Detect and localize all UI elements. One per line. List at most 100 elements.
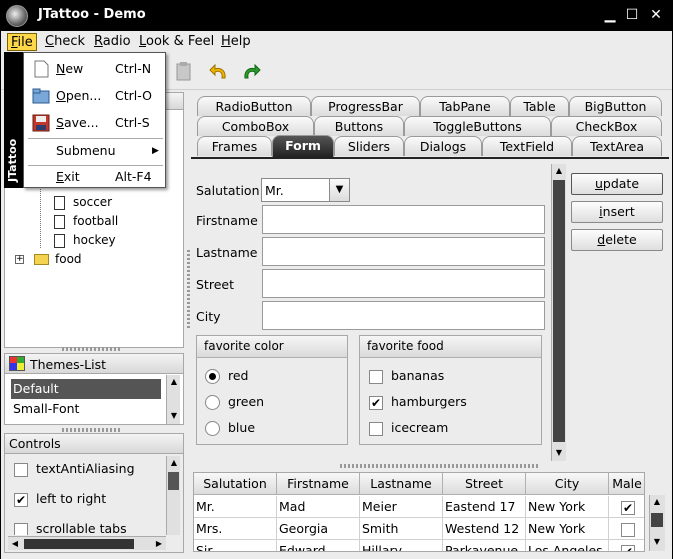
scroll-up-icon[interactable]: ▲ xyxy=(167,456,181,470)
table-cell[interactable]: Los Angeles xyxy=(526,540,609,551)
lastname-field[interactable] xyxy=(262,237,545,266)
delete-button[interactable]: delete xyxy=(571,229,663,251)
radio-red[interactable]: red xyxy=(205,368,249,384)
table-cell[interactable]: Smith xyxy=(360,518,443,540)
tab-table[interactable]: Table xyxy=(510,96,569,116)
radio-green[interactable]: green xyxy=(205,394,264,410)
menu-item-new[interactable]: New Ctrl-N xyxy=(24,56,167,82)
table-cell[interactable]: Edward xyxy=(277,540,360,551)
chevron-down-icon[interactable]: ▼ xyxy=(329,179,349,201)
column-header[interactable]: Lastname xyxy=(360,473,443,495)
tab-toggle-buttons[interactable]: ToggleButtons xyxy=(404,116,551,136)
checkmark-icon[interactable]: ✔ xyxy=(14,492,28,507)
table-cell[interactable]: Parkavenue xyxy=(443,540,526,551)
male-checkbox[interactable]: ✔ xyxy=(609,540,644,551)
insert-button[interactable]: insert xyxy=(571,201,663,223)
table-cell[interactable]: Meier xyxy=(360,496,443,518)
city-field[interactable] xyxy=(262,301,545,330)
tab-radio-button[interactable]: RadioButton xyxy=(197,96,311,116)
tab-frames[interactable]: Frames xyxy=(197,136,272,156)
scroll-thumb[interactable] xyxy=(168,472,179,490)
column-header[interactable]: Male xyxy=(609,473,644,495)
table-cell[interactable]: New York xyxy=(526,518,609,540)
checkmark-icon[interactable]: ✔ xyxy=(369,395,383,410)
tab-text-area[interactable]: TextArea xyxy=(572,136,662,156)
checkmark-icon[interactable]: ✔ xyxy=(621,544,635,551)
controls-vscrollbar[interactable]: ▲ xyxy=(166,456,180,535)
table-cell[interactable]: Mad xyxy=(277,496,360,518)
scroll-thumb[interactable] xyxy=(553,180,565,442)
menu-item-submenu[interactable]: Submenu ▶ xyxy=(24,138,167,164)
male-checkbox[interactable]: ✔ xyxy=(609,496,644,518)
checkbox-scrollable-tabs[interactable]: scrollable tabs xyxy=(14,521,127,535)
table-cell[interactable]: Sir xyxy=(194,540,277,551)
menu-radio[interactable]: Radio xyxy=(91,33,134,51)
table-cell[interactable]: Eastend 17 xyxy=(443,496,526,518)
tab-form[interactable]: Form xyxy=(272,135,334,157)
column-header[interactable]: Firstname xyxy=(277,473,360,495)
tab-buttons[interactable]: Buttons xyxy=(314,116,404,136)
scroll-thumb[interactable] xyxy=(24,539,134,549)
radio-blue[interactable]: blue xyxy=(205,420,255,436)
male-checkbox[interactable] xyxy=(609,518,644,540)
vertical-splitter[interactable] xyxy=(187,250,190,330)
scroll-down-icon[interactable]: ▼ xyxy=(167,409,181,423)
column-header[interactable]: Salutation xyxy=(194,473,277,495)
street-field[interactable] xyxy=(262,269,545,298)
minimize-icon[interactable]: ▁ xyxy=(603,8,617,22)
tab-big-button[interactable]: BigButton xyxy=(569,96,662,116)
table-cell[interactable]: Georgia xyxy=(277,518,360,540)
checkbox-hamburgers[interactable]: ✔ hamburgers xyxy=(369,394,467,410)
scroll-up-icon[interactable]: ▲ xyxy=(650,495,664,509)
update-button[interactable]: update xyxy=(571,173,663,195)
tree-item-soccer[interactable]: soccer xyxy=(54,193,112,212)
table-scrollbar[interactable]: ▲ ▼ xyxy=(649,495,665,551)
menu-file[interactable]: File xyxy=(7,33,37,51)
column-header[interactable]: Street xyxy=(443,473,526,495)
tab-tab-pane[interactable]: TabPane xyxy=(420,96,510,116)
menu-help[interactable]: Help xyxy=(218,33,254,51)
table-cell[interactable]: Mr. xyxy=(194,496,277,518)
scroll-up-icon[interactable]: ▲ xyxy=(552,164,566,178)
horizontal-splitter[interactable] xyxy=(340,464,540,468)
tab-dialogs[interactable]: Dialogs xyxy=(404,136,482,156)
checkbox-left-to-right[interactable]: ✔ left to right xyxy=(14,491,106,507)
expand-icon[interactable]: + xyxy=(15,255,24,264)
table-cell[interactable]: Mrs. xyxy=(194,518,277,540)
data-table[interactable]: Salutation Firstname Lastname Street Cit… xyxy=(193,472,645,552)
tree-item-food[interactable]: food xyxy=(34,250,82,269)
menu-item-exit[interactable]: Exit Alt-F4 xyxy=(24,164,167,190)
column-header[interactable]: City xyxy=(526,473,609,495)
splitter-handle-2[interactable] xyxy=(62,428,122,432)
controls-hscrollbar[interactable]: ◀ ▶ xyxy=(8,536,166,550)
theme-item-small-font[interactable]: Small-Font xyxy=(11,399,161,419)
scroll-right-icon[interactable]: ▶ xyxy=(152,537,166,551)
splitter-handle[interactable] xyxy=(62,347,122,351)
themes-scrollbar[interactable]: ▲ ▼ xyxy=(166,375,180,424)
tab-text-field[interactable]: TextField xyxy=(482,136,572,156)
redo-icon[interactable] xyxy=(240,60,262,82)
tree-item-hockey[interactable]: hockey xyxy=(54,231,116,250)
table-cell[interactable]: Hillary xyxy=(360,540,443,551)
checkmark-icon[interactable]: ✔ xyxy=(621,500,635,515)
scroll-up-icon[interactable]: ▲ xyxy=(167,375,181,389)
table-cell[interactable]: New York xyxy=(526,496,609,518)
scroll-down-icon[interactable]: ▼ xyxy=(552,446,566,460)
form-scrollbar[interactable]: ▲ ▼ xyxy=(551,164,566,461)
theme-item-default[interactable]: Default xyxy=(11,379,161,399)
tab-check-box[interactable]: CheckBox xyxy=(551,116,662,136)
tab-combo-box[interactable]: ComboBox xyxy=(197,116,314,136)
salutation-combo[interactable]: Mr. ▼ xyxy=(261,178,350,202)
maximize-icon[interactable]: ☐ xyxy=(625,8,639,22)
paste-icon[interactable] xyxy=(173,60,195,82)
menu-look-and-feel[interactable]: Look & Feel xyxy=(136,33,217,51)
menu-check[interactable]: Check xyxy=(42,33,88,51)
undo-icon[interactable] xyxy=(208,60,230,82)
table-cell[interactable]: Westend 12 xyxy=(443,518,526,540)
menu-item-save[interactable]: Save... Ctrl-S xyxy=(24,110,167,136)
close-icon[interactable]: ✕ xyxy=(649,8,663,22)
checkbox-bananas[interactable]: bananas xyxy=(369,368,444,384)
menu-item-open[interactable]: Open... Ctrl-O xyxy=(24,83,167,109)
checkbox-text-anti-aliasing[interactable]: textAntiAliasing xyxy=(14,461,135,477)
tree-item-football[interactable]: football xyxy=(54,212,118,231)
